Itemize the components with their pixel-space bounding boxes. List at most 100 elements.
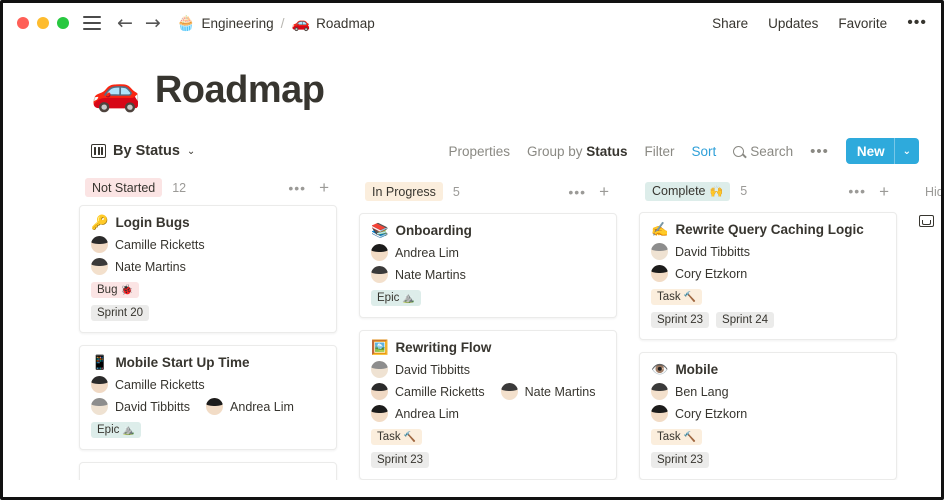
card-tag-row: Sprint 23 xyxy=(371,452,605,468)
card-title: 🖼️ Rewriting Flow xyxy=(371,340,605,355)
card-people-row: Ben Lang xyxy=(651,383,885,400)
card-people-row: Camille Ricketts xyxy=(91,236,325,253)
card-tag-emoji: ⛰️ xyxy=(122,424,135,436)
close-window-button[interactable] xyxy=(17,17,29,29)
more-options-icon[interactable]: ••• xyxy=(907,15,927,31)
board-card[interactable]: 👁️ Mobile Ben Lang Cory Etzkorn Task 🔨 Sprint … xyxy=(639,352,897,480)
back-arrow-icon[interactable]: ← xyxy=(117,13,133,33)
view-tab-label: By Status xyxy=(113,143,180,159)
board-card[interactable]: 📚 Onboarding Andrea Lim Nate Martins Epic ⛰️ xyxy=(359,213,617,318)
group-by-button[interactable]: Group by Status xyxy=(527,144,628,159)
search-icon xyxy=(733,145,745,157)
card-person: Cory Etzkorn xyxy=(651,265,747,282)
column-more-icon[interactable]: ••• xyxy=(848,184,866,198)
status-badge[interactable]: Complete 🙌 xyxy=(645,181,731,201)
breadcrumb-separator: / xyxy=(280,15,285,31)
avatar-face xyxy=(95,243,104,252)
card-title: ✍️ Rewrite Query Caching Logic xyxy=(651,222,885,237)
card-tag-row: Epic ⛰️ xyxy=(91,422,325,438)
card-person-name: Camille Ricketts xyxy=(115,237,205,252)
column-add-card-icon[interactable]: + xyxy=(879,183,889,200)
board-card[interactable]: ✍️ Rewrite Query Caching Logic David Tibbi… xyxy=(639,212,897,340)
card-people-row: David Tibbitts Andrea Lim xyxy=(91,398,325,415)
view-more-icon[interactable]: ••• xyxy=(810,144,829,159)
card-tag-row: Sprint 23 xyxy=(651,452,885,468)
avatar-face xyxy=(95,265,104,274)
avatar-face xyxy=(504,390,514,399)
column-count: 12 xyxy=(172,180,187,195)
status-badge[interactable]: In Progress xyxy=(365,182,443,201)
card-tag[interactable]: Epic ⛰️ xyxy=(91,422,141,438)
column-header-actions: ••• + xyxy=(848,183,889,200)
view-tab-by-status[interactable]: By Status ⌄ xyxy=(91,143,195,159)
card-tag-label: Task xyxy=(377,431,401,443)
column-add-card-icon[interactable]: + xyxy=(599,183,609,200)
avatar xyxy=(651,265,668,282)
avatar xyxy=(651,243,668,260)
column-more-icon[interactable]: ••• xyxy=(288,181,306,195)
chevron-down-icon: ⌄ xyxy=(186,145,196,157)
breadcrumb-item-engineering[interactable]: 🧁 Engineering xyxy=(176,13,274,32)
card-tag[interactable]: Task 🔨 xyxy=(651,429,703,445)
avatar-hair xyxy=(371,244,388,252)
search-button[interactable]: Search xyxy=(733,144,793,159)
card-title-text: Mobile Start Up Time xyxy=(115,355,250,370)
card-tag[interactable]: Task 🔨 xyxy=(651,289,703,305)
share-button[interactable]: Share xyxy=(712,16,748,31)
board-card[interactable]: 📱 Mobile Start Up Time Camille Ricketts Dav… xyxy=(79,345,337,450)
card-people-row: David Tibbitts xyxy=(651,243,885,260)
minimize-window-button[interactable] xyxy=(37,17,49,29)
column-more-icon[interactable]: ••• xyxy=(568,185,586,199)
breadcrumb-item-roadmap[interactable]: 🚗 Roadmap xyxy=(291,15,374,31)
maximize-window-button[interactable] xyxy=(57,17,69,29)
filter-button[interactable]: Filter xyxy=(645,144,675,159)
avatar xyxy=(91,236,108,253)
card-tag[interactable]: Sprint 23 xyxy=(651,452,710,468)
avatar-hair xyxy=(651,243,668,251)
cupcake-icon: 🧁 xyxy=(176,13,196,32)
card-tag[interactable]: Epic ⛰️ xyxy=(371,290,421,306)
card-person: David Tibbitts xyxy=(651,243,750,260)
sidebar-toggle-icon[interactable] xyxy=(83,16,101,30)
card-tag[interactable]: Sprint 23 xyxy=(651,312,710,328)
page-icon-car[interactable]: 🚗 xyxy=(91,71,141,111)
avatar-hair xyxy=(651,265,668,273)
card-people-row: Nate Martins xyxy=(91,258,325,275)
forward-arrow-icon[interactable]: → xyxy=(145,13,161,33)
column-add-card-icon[interactable]: + xyxy=(319,179,329,196)
card-person-name: David Tibbitts xyxy=(115,399,191,414)
column-header-actions: ••• + xyxy=(288,179,329,196)
card-person-name: Camille Ricketts xyxy=(115,377,205,392)
card-people-row: David Tibbitts xyxy=(371,361,605,378)
board-column: In Progress 5 ••• + 📚 Onboarding Andrea Lim Nat… xyxy=(359,178,617,480)
new-button[interactable]: New ⌄ xyxy=(845,138,919,164)
card-tag[interactable]: Sprint 20 xyxy=(91,305,150,321)
card-tag[interactable]: Sprint 23 xyxy=(371,452,430,468)
card-tag[interactable]: Bug 🐞 xyxy=(91,282,139,298)
new-button-chevron-icon[interactable]: ⌄ xyxy=(895,146,919,157)
title-bar-actions: Share Updates Favorite ••• xyxy=(712,15,927,31)
card-title-text: Rewriting Flow xyxy=(395,340,492,355)
card-tag[interactable]: Sprint 24 xyxy=(716,312,775,328)
board-card[interactable] xyxy=(79,462,337,480)
hidden-column-item[interactable]: N xyxy=(919,206,941,228)
card-people-row: Camille Ricketts xyxy=(91,376,325,393)
board-card[interactable]: 🔑 Login Bugs Camille Ricketts Nate Martins B… xyxy=(79,205,337,333)
kanban-board: Not Started 12 ••• + 🔑 Login Bugs Camille Rick… xyxy=(3,168,941,480)
board-card[interactable]: 🖼️ Rewriting Flow David Tibbitts Camille Ri… xyxy=(359,330,617,480)
page-title: 🚗 Roadmap xyxy=(3,43,941,112)
card-person: Camille Ricketts xyxy=(91,376,205,393)
properties-button[interactable]: Properties xyxy=(448,144,510,159)
card-person-name: Camille Ricketts xyxy=(395,384,485,399)
avatar xyxy=(371,244,388,261)
favorite-button[interactable]: Favorite xyxy=(838,16,887,31)
sort-button[interactable]: Sort xyxy=(692,144,717,159)
avatar-face xyxy=(375,273,384,282)
card-person: Camille Ricketts xyxy=(91,236,205,253)
card-tag-label: Sprint 23 xyxy=(377,454,424,466)
card-title: 📱 Mobile Start Up Time xyxy=(91,355,325,370)
card-tag[interactable]: Task 🔨 xyxy=(371,429,423,445)
updates-button[interactable]: Updates xyxy=(768,16,818,31)
status-badge[interactable]: Not Started xyxy=(85,178,163,197)
page-title-text[interactable]: Roadmap xyxy=(155,69,325,112)
